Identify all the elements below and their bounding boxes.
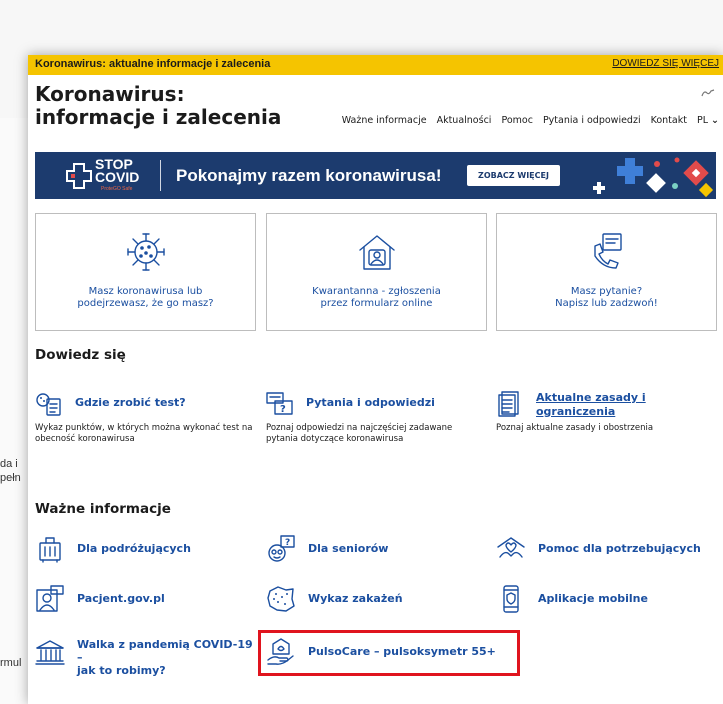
banner-see-more-button[interactable]: ZOBACZ WIĘCEJ (467, 165, 560, 186)
card-label-line1: Masz pytanie? (570, 286, 643, 297)
chevron-down-icon: ⌄ (711, 115, 719, 126)
site-title-line1: Koronawirus: (35, 82, 185, 106)
virus-icon (126, 233, 165, 271)
language-selector[interactable]: PL ⌄ (697, 115, 719, 126)
learn-item-description: Wykaz punktów, w których można wykonać t… (35, 423, 253, 444)
banner-headline: Pokonajmy razem koronawirusa! (176, 166, 442, 185)
info-item-label-line1: Walka z pandemią COVID-19 – (77, 638, 253, 664)
nav-item-faq[interactable]: Pytania i odpowiedzi (543, 115, 641, 126)
section-title-learn: Dowiedz się (35, 347, 126, 363)
info-item-label: Aplikacje mobilne (538, 592, 648, 605)
learn-item-description: Poznaj odpowiedzi na najczęściej zadawan… (266, 423, 453, 444)
card-label: Masz pytanie? Napisz lub zadzwoń! (497, 286, 716, 310)
info-item-label: Walka z pandemią COVID-19 – jak to robim… (77, 638, 257, 677)
learn-item-label-line2: ograniczenia (536, 405, 616, 418)
nav-item-important[interactable]: Ważne informacje (342, 115, 427, 126)
senior-icon: ? (268, 535, 295, 562)
rules-icon (498, 391, 519, 417)
help-hands-icon (497, 537, 525, 558)
highlight-box (258, 630, 520, 676)
card-label-line2: przez formularz online (320, 298, 433, 309)
alert-text: Koronawirus: aktualne informacje i zalec… (35, 58, 271, 70)
info-item-label: Dla podróżujących (77, 542, 191, 555)
accessibility-sign-icon[interactable] (701, 88, 715, 98)
card-covid-symptoms[interactable]: Masz koronawirusa lub podejrzewasz, że g… (35, 213, 256, 331)
browser-window: Koronawirus: aktualne informacje i zalec… (28, 55, 723, 704)
site-title[interactable]: Koronawirus: informacje i zalecenia (35, 83, 281, 129)
card-label-line1: Kwarantanna - zgłoszenia (312, 286, 441, 297)
svg-text:?: ? (285, 538, 290, 548)
banner-divider (160, 160, 161, 191)
test-icon (36, 393, 61, 416)
luggage-icon (39, 537, 61, 563)
background-text: rmul (0, 657, 22, 669)
government-icon (35, 640, 65, 665)
faq-icon: ? (266, 392, 293, 415)
nav-item-help[interactable]: Pomoc (501, 115, 533, 126)
section-title-important: Ważne informacje (35, 501, 171, 517)
map-icon (267, 586, 295, 612)
info-item-label: Wykaz zakażeń (308, 592, 403, 605)
card-label-line2: podejrzewasz, że go masz? (77, 298, 214, 309)
card-label-line2: Napisz lub zadzwoń! (555, 298, 658, 309)
learn-item-label: Gdzie zrobić test? (75, 396, 186, 409)
card-label-line1: Masz koronawirusa lub (88, 286, 203, 297)
house-person-icon (358, 235, 395, 270)
svg-text:?: ? (280, 404, 286, 415)
info-item-label-line2: jak to robimy? (77, 664, 166, 677)
banner-decoration-icon (593, 157, 714, 198)
nav-item-contact[interactable]: Kontakt (651, 115, 687, 126)
phone-question-icon (593, 233, 622, 269)
learn-item-label: Pytania i odpowiedzi (306, 396, 435, 409)
card-question[interactable]: Masz pytanie? Napisz lub zadzwoń! (496, 213, 717, 331)
mobile-icon (503, 585, 519, 613)
card-label: Kwarantanna - zgłoszenia przez formularz… (267, 286, 486, 310)
learn-item-description: Poznaj aktualne zasady i obostrzenia (496, 423, 654, 433)
alert-bar: Koronawirus: aktualne informacje i zalec… (28, 55, 723, 75)
main-nav: Ważne informacje Aktualności Pomoc Pytan… (342, 115, 719, 126)
site-title-line2: informacje i zalecenia (35, 105, 282, 129)
logo-subtext: ProteGO Safe (101, 186, 133, 192)
card-quarantine[interactable]: Kwarantanna - zgłoszenia przez formularz… (266, 213, 487, 331)
learn-item-label: Aktualne zasady i ograniczenia (536, 391, 656, 419)
background-text: pełn (0, 472, 21, 484)
patient-icon (36, 585, 64, 612)
stop-covid-banner[interactable]: STOP COVID ProteGO Safe Pokonajmy razem … (35, 152, 716, 199)
info-item-label: Dla seniorów (308, 542, 389, 555)
learn-item-label-line1: Aktualne zasady i (536, 391, 646, 404)
language-label: PL (696, 115, 708, 126)
background-text: da i (0, 458, 18, 470)
logo-text-covid: COVID (95, 169, 140, 185)
alert-more-link[interactable]: DOWIEDZ SIĘ WIĘCEJ (612, 58, 719, 69)
nav-item-news[interactable]: Aktualności (437, 115, 492, 126)
card-label: Masz koronawirusa lub podejrzewasz, że g… (36, 286, 255, 310)
info-item-label: Pomoc dla potrzebujących (538, 542, 701, 555)
info-item-label: Pacjent.gov.pl (77, 592, 165, 605)
